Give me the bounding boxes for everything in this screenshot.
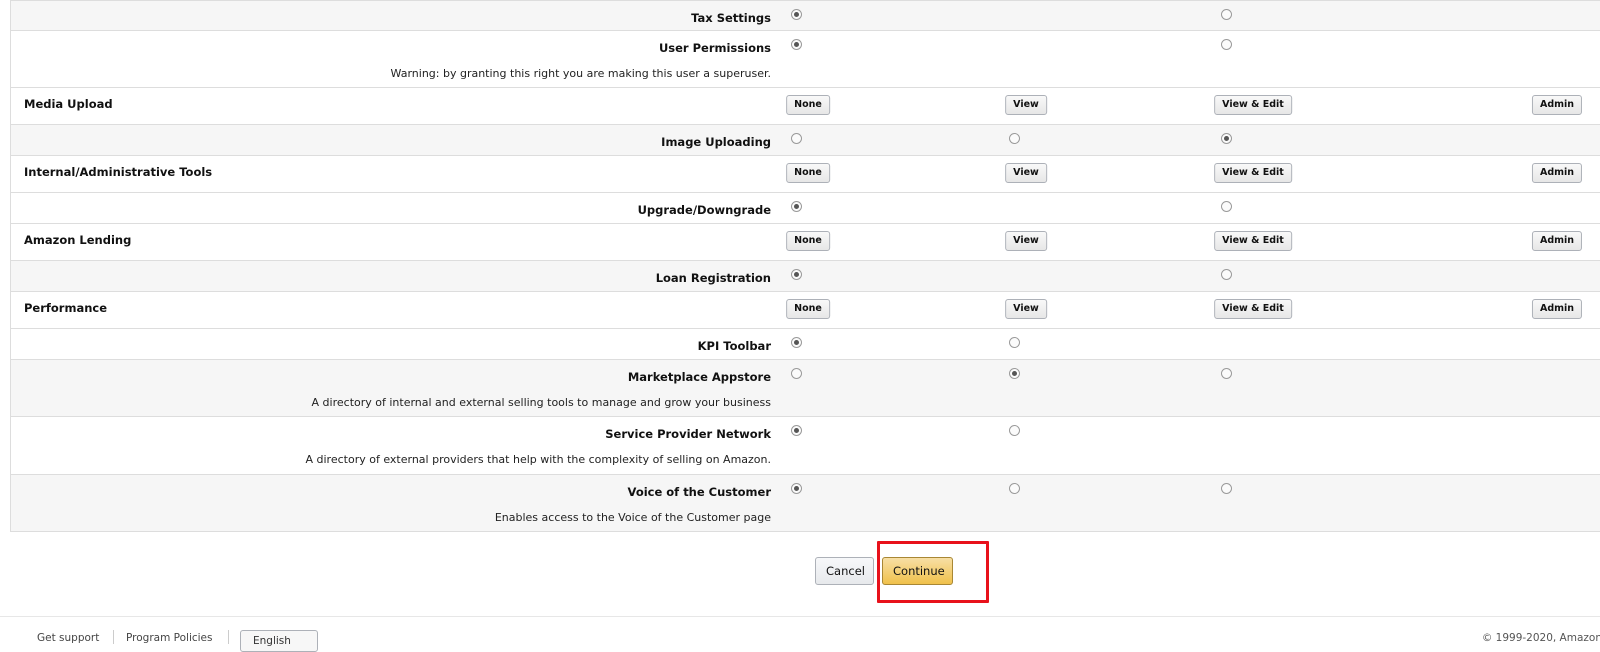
radio-view-edit[interactable] [1220,368,1232,379]
level-none-button[interactable]: None [786,95,830,115]
radio-none[interactable] [790,39,802,50]
level-none-button[interactable]: None [786,231,830,251]
section-title: Performance [24,301,108,315]
level-admin-button[interactable]: Admin [1531,231,1583,251]
level-view-edit-button[interactable]: View & Edit [1214,299,1292,319]
get-support-link[interactable]: Get support [37,632,99,644]
radio-none[interactable] [790,425,802,436]
radio-none[interactable] [790,368,802,379]
radio-none[interactable] [790,9,802,20]
radio-view-edit[interactable] [1220,269,1232,280]
permission-label: Tax Settings [691,11,771,25]
permission-warning: Warning: by granting this right you are … [390,67,771,80]
radio-view-edit[interactable] [1220,39,1232,50]
permission-row-kpi-toolbar: KPI Toolbar [10,329,1600,360]
level-view-button[interactable]: View [1005,163,1047,183]
level-none-button[interactable]: None [786,299,830,319]
continue-highlight-box [877,541,989,603]
permission-row-image-uploading: Image Uploading [10,125,1600,156]
level-admin-button[interactable]: Admin [1531,95,1583,115]
level-view-edit-button[interactable]: View & Edit [1214,231,1292,251]
level-admin-button[interactable]: Admin [1531,299,1583,319]
permission-description: A directory of external providers that h… [305,453,772,466]
radio-none[interactable] [790,269,802,280]
permission-row-loan-registration: Loan Registration [10,261,1600,292]
program-policies-link[interactable]: Program Policies [126,632,212,644]
radio-view-edit[interactable] [1220,201,1232,212]
level-view-button[interactable]: View [1005,95,1047,115]
radio-view[interactable] [1008,337,1020,348]
footer-separator [228,630,229,644]
section-row-internal-tools: Internal/Administrative Tools None View … [10,156,1600,193]
permission-label: KPI Toolbar [697,339,771,353]
section-row-media-upload: Media Upload None View View & Edit Admin [10,88,1600,125]
permission-label: Marketplace Appstore [627,370,771,384]
footer: Get support Program Policies English © 1… [0,617,1600,652]
footer-separator [113,630,114,644]
radio-view[interactable] [1008,368,1020,379]
permission-label: Service Provider Network [605,427,771,441]
radio-none[interactable] [790,201,802,212]
level-admin-button[interactable]: Admin [1531,163,1583,183]
radio-view-edit[interactable] [1220,9,1232,20]
permission-label: Voice of the Customer [627,485,771,499]
permission-row-upgrade-downgrade: Upgrade/Downgrade [10,193,1600,224]
language-select[interactable]: English [240,630,318,652]
section-row-amazon-lending: Amazon Lending None View View & Edit Adm… [10,224,1600,261]
level-view-button[interactable]: View [1005,299,1047,319]
level-none-button[interactable]: None [786,163,830,183]
radio-view[interactable] [1008,133,1020,144]
radio-view[interactable] [1008,483,1020,494]
permission-row-user-permissions: User Permissions Warning: by granting th… [10,31,1600,88]
permission-label: User Permissions [658,41,771,55]
permission-row-voice-of-customer: Voice of the Customer Enables access to … [10,475,1600,532]
section-row-performance: Performance None View View & Edit Admin [10,292,1600,329]
permission-row-marketplace-appstore: Marketplace Appstore A directory of inte… [10,360,1600,417]
radio-none[interactable] [790,483,802,494]
permission-row-service-provider-network: Service Provider Network A directory of … [10,417,1600,475]
permission-description: A directory of internal and external sel… [311,396,771,409]
permission-row-tax-settings: Tax Settings [10,0,1600,31]
permission-label: Image Uploading [661,135,771,149]
level-view-edit-button[interactable]: View & Edit [1214,95,1292,115]
section-title: Internal/Administrative Tools [24,165,213,179]
level-view-edit-button[interactable]: View & Edit [1214,163,1292,183]
radio-view-edit[interactable] [1220,133,1232,144]
copyright-text: © 1999-2020, Amazon [1481,632,1600,644]
radio-none[interactable] [790,337,802,348]
permission-label: Upgrade/Downgrade [637,203,771,217]
level-view-button[interactable]: View [1005,231,1047,251]
radio-none[interactable] [790,133,802,144]
section-title: Media Upload [24,97,113,111]
cancel-button[interactable]: Cancel [815,557,874,585]
permission-description: Enables access to the Voice of the Custo… [494,511,771,524]
permission-label: Loan Registration [655,271,771,285]
radio-view-edit[interactable] [1220,483,1232,494]
radio-view[interactable] [1008,425,1020,436]
section-title: Amazon Lending [24,233,132,247]
